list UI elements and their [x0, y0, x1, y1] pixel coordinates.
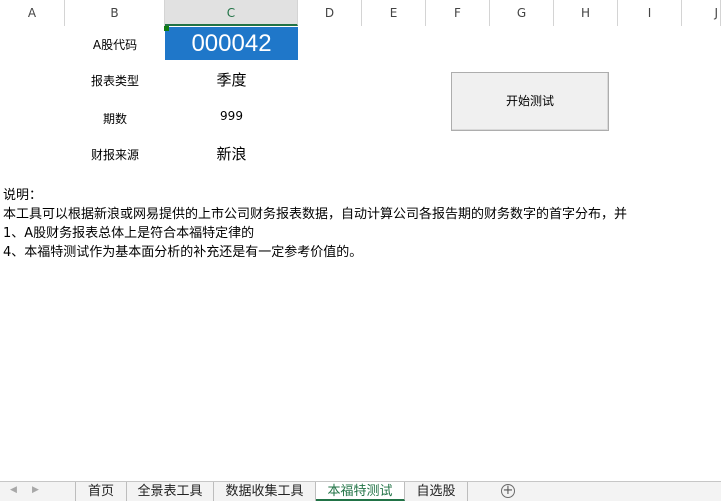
code-value: 000042 [191, 30, 272, 57]
sheet-tab-home[interactable]: 首页 [75, 482, 127, 501]
sheet-tab-data-collection-tool[interactable]: 数据收集工具 [214, 482, 316, 501]
notes-line: 4、本福特测试作为基本面分析的补充还是有一定参考价值的。 [3, 245, 363, 260]
column-header-d[interactable]: D [298, 0, 362, 26]
tab-scroll-left-icon[interactable]: ◀ [10, 485, 17, 495]
column-header-e[interactable]: E [362, 0, 426, 26]
sheet-tab-bar: ◀ ▶ 首页 全景表工具 数据收集工具 本福特测试 自选股 + [0, 481, 721, 501]
notes-line: 1、A股财务报表总体上是符合本福特定律的 [3, 226, 255, 241]
column-header-c[interactable]: C [165, 0, 298, 26]
type-label: 报表类型 [90, 74, 139, 88]
notes-line: 说明： [3, 188, 43, 203]
column-header-f[interactable]: F [426, 0, 490, 26]
notes-line: 本工具可以根据新浪或网易提供的上市公司财务报表数据，自动计算公司各报告期的财务数… [3, 207, 628, 222]
column-header-h[interactable]: H [554, 0, 618, 26]
source-label: 财报来源 [90, 148, 139, 162]
code-label: A股代码 [92, 38, 138, 52]
column-header-i[interactable]: I [618, 0, 682, 26]
sheet-tab-watchlist[interactable]: 自选股 [405, 482, 468, 501]
column-header-row: A B C D E F G H I J [0, 0, 721, 27]
column-header-j[interactable]: J [682, 0, 721, 26]
period-value-cell[interactable]: 999 [165, 109, 298, 123]
start-test-button[interactable]: 开始测试 [451, 72, 609, 131]
column-header-g[interactable]: G [490, 0, 554, 26]
cell-fill-handle[interactable] [164, 26, 169, 31]
worksheet-grid[interactable]: A股代码 000042 报表类型 季度 期数 999 财报来源 新浪 开始测试 … [0, 26, 721, 481]
sheet-tab-panorama-tool[interactable]: 全景表工具 [127, 482, 214, 501]
column-header-a[interactable]: A [0, 0, 65, 26]
sheet-tab-benford-test[interactable]: 本福特测试 [316, 482, 405, 501]
add-sheet-icon[interactable]: + [501, 484, 515, 498]
notes-block: 说明： 本工具可以根据新浪或网易提供的上市公司财务报表数据，自动计算公司各报告期… [3, 186, 721, 262]
type-value-cell[interactable]: 季度 [165, 69, 298, 90]
column-header-b[interactable]: B [65, 0, 165, 26]
source-value-cell[interactable]: 新浪 [165, 143, 298, 164]
period-label: 期数 [102, 112, 127, 126]
tab-scroll-right-icon[interactable]: ▶ [32, 485, 39, 495]
code-cell[interactable]: 000042 [164, 26, 298, 60]
